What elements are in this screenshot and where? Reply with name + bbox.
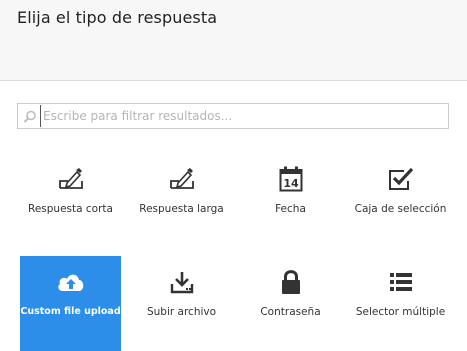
tile-label: Subir archivo <box>146 306 217 318</box>
tile-label: Fecha <box>275 203 306 215</box>
tile-label: Caja de selección <box>354 203 447 215</box>
tile-label: Respuesta corta <box>28 203 113 215</box>
tile-fecha[interactable]: 14 Fecha <box>240 153 341 248</box>
list-icon <box>389 273 412 291</box>
tile-label: Custom file upload <box>20 306 121 317</box>
pencil-edit-icon <box>58 168 83 189</box>
tile-label: Contraseña <box>260 306 321 318</box>
tile-selector-multiple[interactable]: Selector múltiple <box>350 256 451 351</box>
calendar-day: 14 <box>283 177 299 190</box>
search-input[interactable] <box>40 105 447 127</box>
tile-subir-archivo[interactable]: Subir archivo <box>131 256 232 351</box>
checkbox-icon <box>388 167 413 190</box>
tile-label: Respuesta larga <box>139 203 224 215</box>
tile-label: Selector múltiple <box>355 306 446 318</box>
tile-contrasena[interactable]: Contraseña <box>240 256 341 351</box>
tile-caja-de-seleccion[interactable]: Caja de selección <box>350 153 451 248</box>
tile-custom-file-upload[interactable]: Custom file upload <box>20 256 121 351</box>
pencil-edit-icon <box>169 168 194 189</box>
search-icon <box>23 110 36 123</box>
download-tray-icon <box>170 272 193 294</box>
dialog-title: Elija el tipo de respuesta <box>17 8 218 27</box>
dialog-header: Elija el tipo de respuesta <box>0 0 467 81</box>
search-box[interactable] <box>17 103 449 129</box>
tile-respuesta-corta[interactable]: Respuesta corta <box>20 153 121 248</box>
lock-icon <box>281 270 300 294</box>
calendar-icon: 14 <box>279 166 302 192</box>
tile-respuesta-larga[interactable]: Respuesta larga <box>131 153 232 248</box>
cloud-upload-icon <box>57 274 83 291</box>
